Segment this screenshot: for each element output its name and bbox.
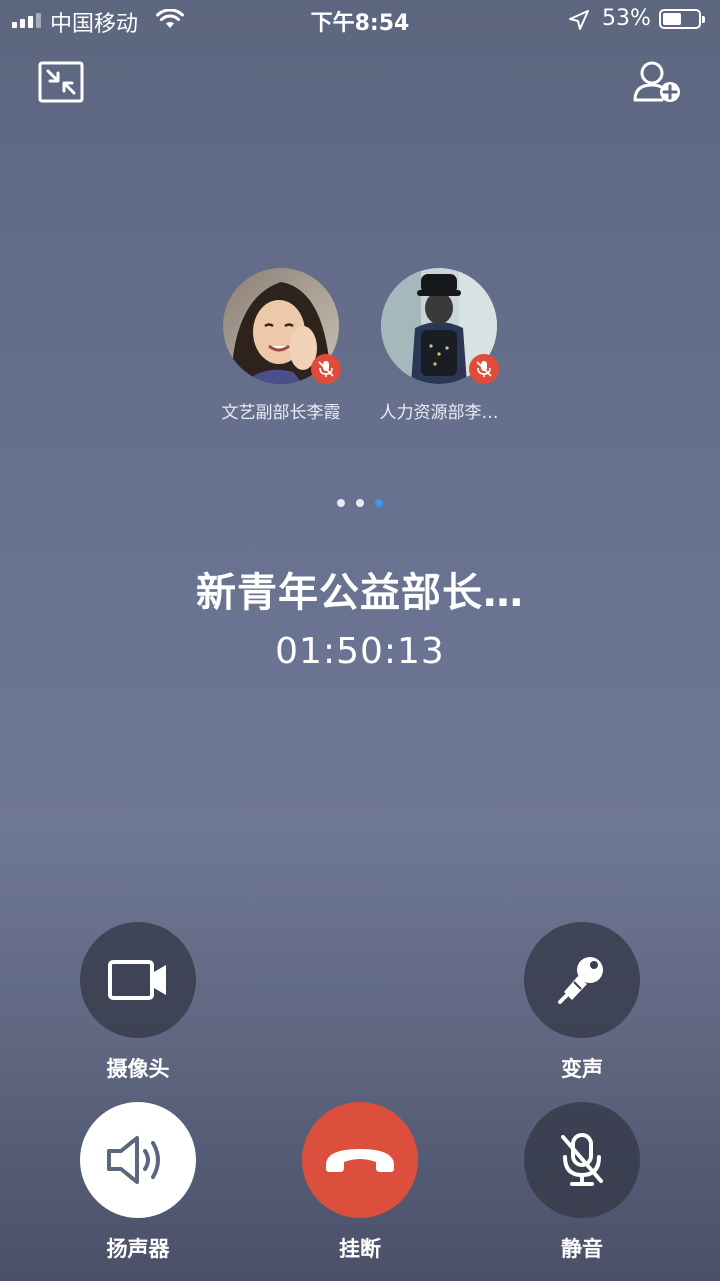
- muted-badge: [469, 354, 499, 384]
- call-duration: 01:50:13: [275, 631, 445, 672]
- status-bar: 中国移动 下午8:54 53%: [0, 0, 720, 40]
- location-arrow-icon: [569, 10, 589, 30]
- voice-changer-button[interactable]: 变声: [502, 922, 662, 1083]
- mic-muted-icon: [318, 361, 334, 377]
- hang-up-button[interactable]: 挂断: [280, 1102, 440, 1263]
- battery-percent: 53%: [602, 6, 651, 31]
- page-dot-active[interactable]: [375, 499, 383, 507]
- battery-icon: [659, 9, 705, 29]
- speaker-button[interactable]: 扬声器: [58, 1102, 218, 1263]
- mic-muted-icon: [476, 361, 492, 377]
- camera-label: 摄像头: [106, 1057, 170, 1081]
- camera-button[interactable]: 摄像头: [58, 922, 218, 1083]
- participant-1[interactable]: 文艺副部长李霞: [206, 268, 356, 423]
- hang-up-label: 挂断: [339, 1237, 381, 1261]
- call-title: 新青年公益部长…: [196, 570, 524, 616]
- speaker-icon: [107, 1136, 160, 1184]
- mute-button[interactable]: 静音: [502, 1102, 662, 1263]
- video-camera-icon: [108, 960, 166, 1000]
- participant-name: 文艺副部长李霞: [221, 403, 341, 423]
- voice-changer-label: 变声: [561, 1057, 603, 1081]
- speaker-label: 扬声器: [106, 1237, 170, 1261]
- page-indicator[interactable]: [0, 499, 720, 507]
- minimize-window-icon[interactable]: [38, 61, 84, 103]
- page-dot[interactable]: [356, 499, 364, 507]
- participant-name: 人力资源部李…: [379, 403, 499, 423]
- mic-muted-icon: [561, 1133, 603, 1186]
- muted-badge: [311, 354, 341, 384]
- participant-2[interactable]: 人力资源部李…: [364, 268, 514, 423]
- microphone-effect-icon: [558, 957, 603, 1004]
- hang-up-icon: [326, 1149, 394, 1172]
- mute-label: 静音: [561, 1237, 603, 1261]
- add-person-icon[interactable]: [632, 60, 682, 104]
- page-dot[interactable]: [337, 499, 345, 507]
